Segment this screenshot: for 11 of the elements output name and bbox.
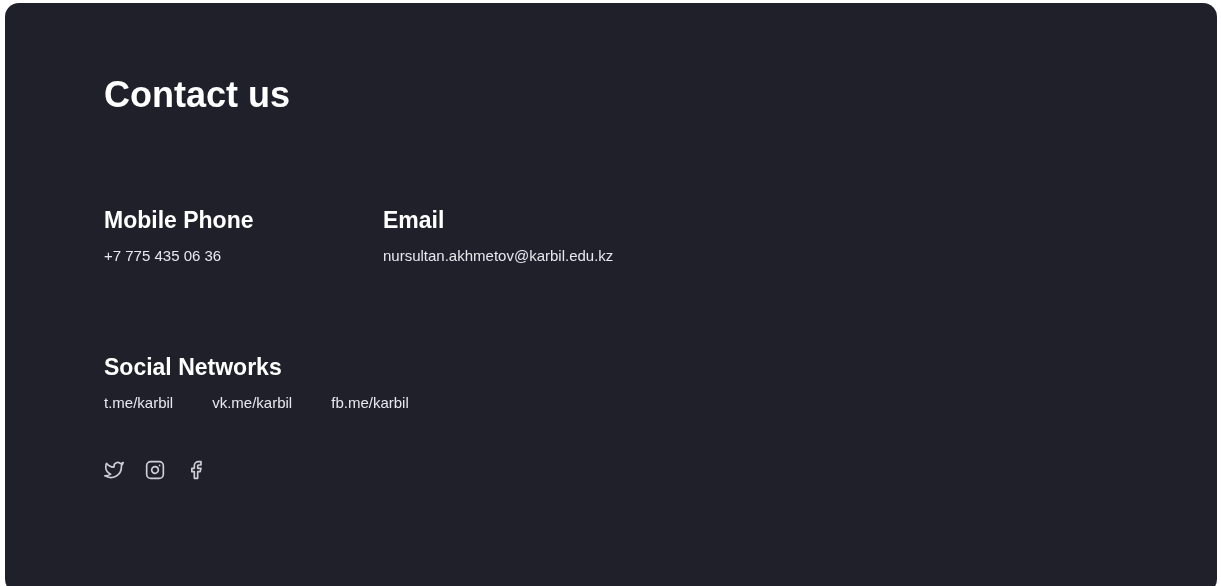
social-label: Social Networks: [104, 353, 282, 381]
social-link[interactable]: t.me/karbil: [104, 393, 174, 413]
bird-icon[interactable]: [104, 460, 124, 480]
contact-label: Mobile Phone: [104, 206, 254, 234]
social-link[interactable]: fb.me/karbil: [331, 393, 409, 413]
social-link[interactable]: vk.me/karbil: [212, 393, 293, 413]
contact-value: +7 775 435 06 36: [104, 246, 222, 266]
contact-value: nursultan.akhmetov@karbil.edu.kz: [383, 246, 614, 266]
page-title: Contact us: [104, 73, 290, 117]
contact-label: Email: [383, 206, 445, 234]
camera-icon[interactable]: [145, 460, 165, 480]
